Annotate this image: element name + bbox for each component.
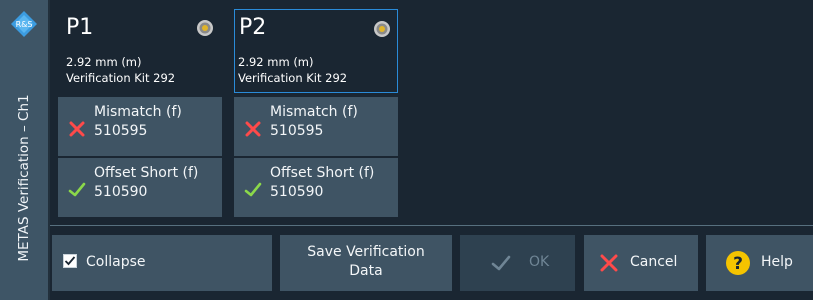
save-verification-data-button[interactable]: Save Verification Data	[280, 235, 452, 291]
collapse-checkbox-button[interactable]: Collapse	[52, 235, 272, 291]
checkmark-icon	[68, 182, 86, 197]
channel-title: METAS Verification – Ch1	[16, 94, 32, 262]
side-strip: R&S METAS Verification – Ch1	[0, 0, 48, 300]
help-label: Help	[761, 254, 793, 270]
connector-icon	[197, 20, 213, 36]
standard-tile-p1-mismatch[interactable]: Mismatch (f) 510595	[58, 97, 222, 156]
checkmark-icon	[491, 255, 511, 271]
standard-serial: 510590	[94, 184, 148, 200]
checkmark-icon	[64, 256, 76, 266]
port-panel-p1[interactable]: P1 2.92 mm (m) Verification Kit 292	[58, 9, 222, 93]
save-label-line2: Data	[349, 263, 383, 279]
help-button[interactable]: ? Help	[706, 235, 813, 291]
cancel-button[interactable]: Cancel	[584, 235, 698, 291]
ok-label: OK	[529, 254, 550, 270]
svg-text:R&S: R&S	[16, 20, 33, 29]
collapse-label: Collapse	[86, 254, 146, 270]
divider	[50, 225, 813, 226]
save-label-line1: Save Verification	[307, 244, 425, 260]
standard-tile-p2-offset-short[interactable]: Offset Short (f) 510590	[234, 158, 398, 217]
verification-kit: Verification Kit 292	[238, 71, 348, 85]
cancel-label: Cancel	[630, 254, 678, 270]
standard-name: Offset Short (f)	[94, 165, 199, 181]
connector-type: 2.92 mm (m)	[238, 55, 314, 69]
standard-name: Mismatch (f)	[270, 104, 358, 120]
port-label: P2	[239, 15, 267, 40]
cross-icon	[245, 121, 261, 137]
ok-button[interactable]: OK	[460, 235, 575, 291]
metas-verification-dialog: R&S METAS Verification – Ch1 P1 2.92 mm …	[0, 0, 813, 300]
cross-icon	[600, 254, 618, 272]
port-label: P1	[66, 15, 94, 40]
standard-tile-p2-mismatch[interactable]: Mismatch (f) 510595	[234, 97, 398, 156]
standard-tile-p1-offset-short[interactable]: Offset Short (f) 510590	[58, 158, 222, 217]
standard-serial: 510590	[270, 184, 324, 200]
cross-icon	[69, 121, 85, 137]
rohde-schwarz-logo-icon: R&S	[11, 11, 37, 37]
help-icon: ?	[726, 251, 750, 275]
svg-text:?: ?	[733, 254, 743, 274]
connector-type: 2.92 mm (m)	[66, 55, 142, 69]
standard-name: Mismatch (f)	[94, 104, 182, 120]
standard-serial: 510595	[270, 123, 324, 139]
checkbox[interactable]	[63, 254, 77, 268]
verification-kit: Verification Kit 292	[66, 71, 176, 85]
standard-serial: 510595	[94, 123, 148, 139]
connector-icon	[374, 21, 390, 37]
port-panel-p2[interactable]: P2 2.92 mm (m) Verification Kit 292	[234, 9, 398, 93]
standard-name: Offset Short (f)	[270, 165, 375, 181]
checkmark-icon	[244, 182, 262, 197]
